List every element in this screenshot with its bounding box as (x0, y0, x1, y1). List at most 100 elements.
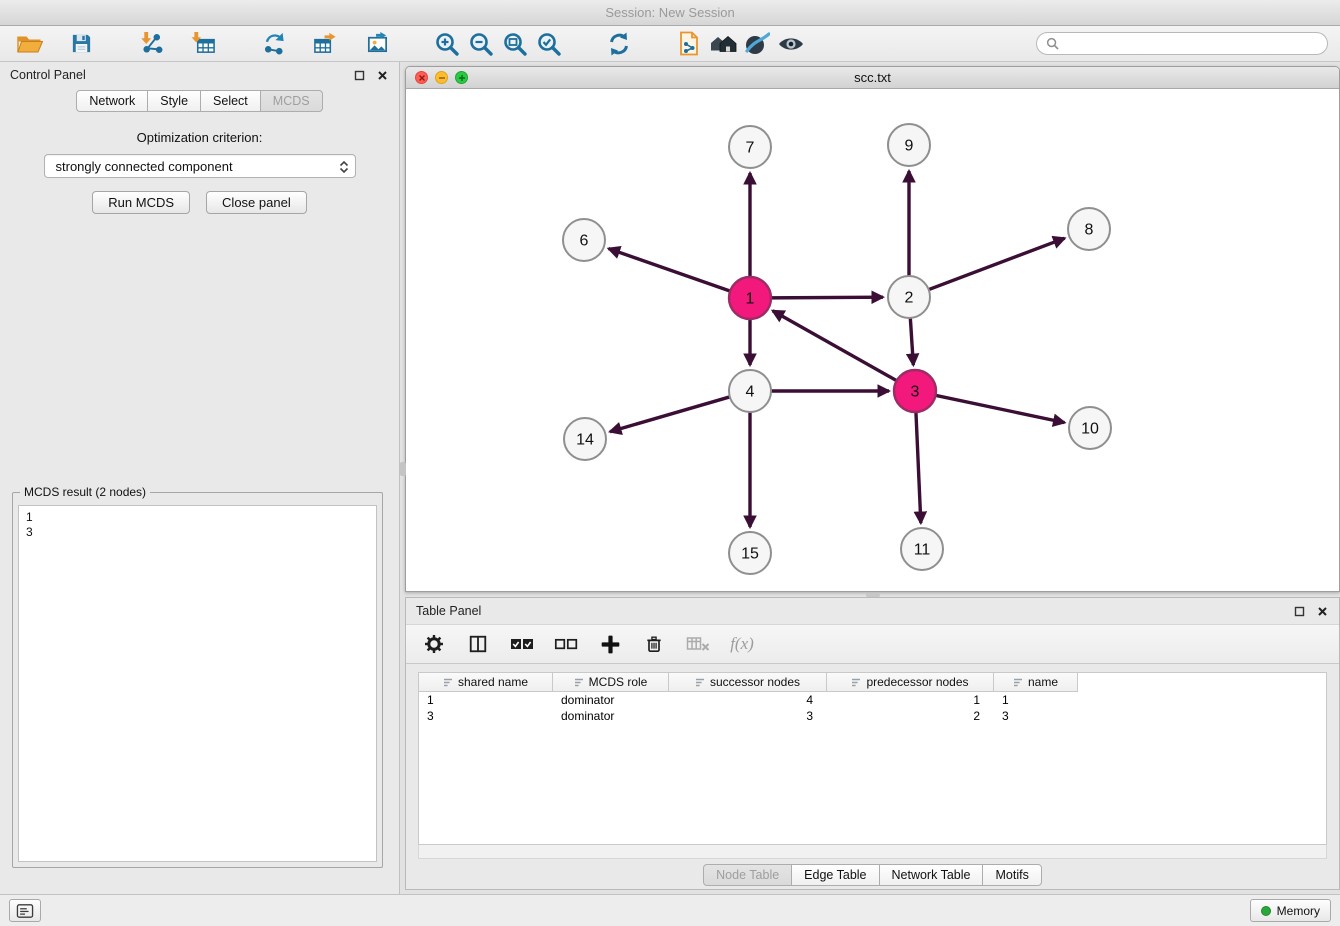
memory-button[interactable]: Memory (1250, 899, 1331, 922)
node-table-body: 1dominator4113dominator323 (419, 692, 1326, 724)
tab-style[interactable]: Style (147, 90, 201, 112)
export-image-button[interactable] (360, 29, 394, 59)
table-cell[interactable]: 3 (994, 708, 1078, 724)
table-cell[interactable]: dominator (553, 708, 669, 724)
graph-node-2[interactable]: 2 (888, 276, 930, 318)
graph-edge-3-11[interactable] (916, 410, 921, 523)
table-cell[interactable]: 1 (827, 692, 994, 708)
graph-node-6[interactable]: 6 (563, 219, 605, 261)
minimize-window-button[interactable] (435, 71, 448, 84)
graph-node-14[interactable]: 14 (564, 418, 606, 460)
task-list-icon (16, 903, 34, 919)
tab-select[interactable]: Select (200, 90, 261, 112)
table-cell[interactable]: 3 (419, 708, 553, 724)
export-table-button[interactable] (308, 29, 342, 59)
visibility-button[interactable] (774, 29, 808, 59)
tab-network-table[interactable]: Network Table (879, 864, 984, 886)
network-home-button[interactable] (706, 29, 740, 59)
criterion-dropdown[interactable]: strongly connected component (44, 154, 356, 178)
column-header-successor-nodes[interactable]: successor nodes (669, 673, 827, 692)
search-input[interactable] (1064, 37, 1318, 51)
control-panel-header: Control Panel (0, 62, 399, 88)
close-panel-button[interactable] (375, 68, 389, 82)
os-titlebar: Session: New Session (0, 0, 1340, 26)
graph-edge-3-10[interactable] (934, 395, 1065, 423)
close-table-panel-button[interactable] (1315, 604, 1329, 618)
zoom-selected-button[interactable] (532, 29, 566, 59)
table-settings-button[interactable] (422, 632, 446, 656)
tab-mcds[interactable]: MCDS (260, 90, 323, 112)
network-window-title: scc.txt (854, 70, 891, 85)
column-header-shared-name[interactable]: shared name (419, 673, 553, 692)
style-brush-button[interactable] (740, 29, 774, 59)
export-network-button[interactable] (256, 29, 290, 59)
graph-edge-4-14[interactable] (610, 396, 732, 431)
tab-network[interactable]: Network (76, 90, 148, 112)
tab-motifs[interactable]: Motifs (982, 864, 1041, 886)
right-pane: scc.txt 7968124314101511 (400, 62, 1340, 894)
graph-node-11[interactable]: 11 (901, 528, 943, 570)
node-table-header-row: shared nameMCDS rolesuccessor nodesprede… (419, 673, 1326, 692)
tab-edge-table[interactable]: Edge Table (791, 864, 879, 886)
float-panel-button[interactable] (352, 68, 366, 82)
network-canvas[interactable]: 7 9 6 8 1 2 4 3 14 10 15 11 (406, 89, 1339, 591)
column-header-predecessor-nodes[interactable]: predecessor nodes (827, 673, 994, 692)
graph-node-label: 9 (905, 138, 914, 155)
graph-node-9[interactable]: 9 (888, 124, 930, 166)
column-header-name[interactable]: name (994, 673, 1078, 692)
graph-node-4[interactable]: 4 (729, 370, 771, 412)
graph-node-3[interactable]: 3 (894, 370, 936, 412)
horizontal-splitter-handle[interactable] (866, 593, 880, 597)
table-row[interactable]: 1dominator411 (419, 692, 1326, 708)
graph-edge-2-3[interactable] (910, 316, 913, 365)
plus-icon (600, 634, 621, 655)
select-all-rows-button[interactable] (510, 632, 534, 656)
mcds-result-list[interactable]: 13 (18, 505, 377, 862)
float-table-panel-button[interactable] (1292, 604, 1306, 618)
graph-edge-3-1[interactable] (773, 311, 899, 382)
network-window-titlebar[interactable]: scc.txt (406, 67, 1339, 89)
zoom-in-button[interactable] (430, 29, 464, 59)
import-table-button[interactable] (186, 29, 220, 59)
deselect-all-rows-button[interactable] (554, 632, 578, 656)
delete-column-button[interactable] (642, 632, 666, 656)
delete-table-button[interactable] (686, 632, 710, 656)
column-header-MCDS-role[interactable]: MCDS role (553, 673, 669, 692)
tab-node-table[interactable]: Node Table (703, 864, 792, 886)
graph-node-7[interactable]: 7 (729, 126, 771, 168)
task-history-button[interactable] (9, 899, 41, 922)
maximize-window-button[interactable] (455, 71, 468, 84)
add-column-button[interactable] (598, 632, 622, 656)
show-columns-button[interactable] (466, 632, 490, 656)
table-cell[interactable]: 3 (669, 708, 827, 724)
vertical-splitter-handle[interactable] (400, 462, 406, 476)
import-network-button[interactable] (134, 29, 168, 59)
eye-icon (777, 33, 805, 55)
close-window-button[interactable] (415, 71, 428, 84)
graph-node-15[interactable]: 15 (729, 532, 771, 574)
graph-node-10[interactable]: 10 (1069, 407, 1111, 449)
graph-edge-2-8[interactable] (927, 238, 1065, 290)
run-mcds-button[interactable]: Run MCDS (92, 191, 190, 214)
apply-function-button[interactable]: f(x) (730, 632, 754, 656)
zoom-fit-button[interactable] (498, 29, 532, 59)
table-row[interactable]: 3dominator323 (419, 708, 1326, 724)
table-cell[interactable]: 1 (994, 692, 1078, 708)
graph-edge-1-6[interactable] (609, 249, 733, 292)
table-cell[interactable]: dominator (553, 692, 669, 708)
document-share-button[interactable] (672, 29, 706, 59)
graph-node-1[interactable]: 1 (729, 277, 771, 319)
node-table[interactable]: shared nameMCDS rolesuccessor nodesprede… (418, 672, 1327, 845)
apply-layout-button[interactable] (602, 29, 636, 59)
graph-edge-1-2[interactable] (769, 297, 883, 298)
zoom-out-button[interactable] (464, 29, 498, 59)
close-mcds-panel-button[interactable]: Close panel (206, 191, 307, 214)
open-session-button[interactable] (12, 29, 46, 59)
table-cell[interactable]: 2 (827, 708, 994, 724)
search-icon (1046, 37, 1059, 50)
table-cell[interactable]: 4 (669, 692, 827, 708)
save-session-button[interactable] (64, 29, 98, 59)
graph-node-8[interactable]: 8 (1068, 208, 1110, 250)
table-horizontal-scrollbar[interactable] (418, 845, 1327, 859)
table-cell[interactable]: 1 (419, 692, 553, 708)
